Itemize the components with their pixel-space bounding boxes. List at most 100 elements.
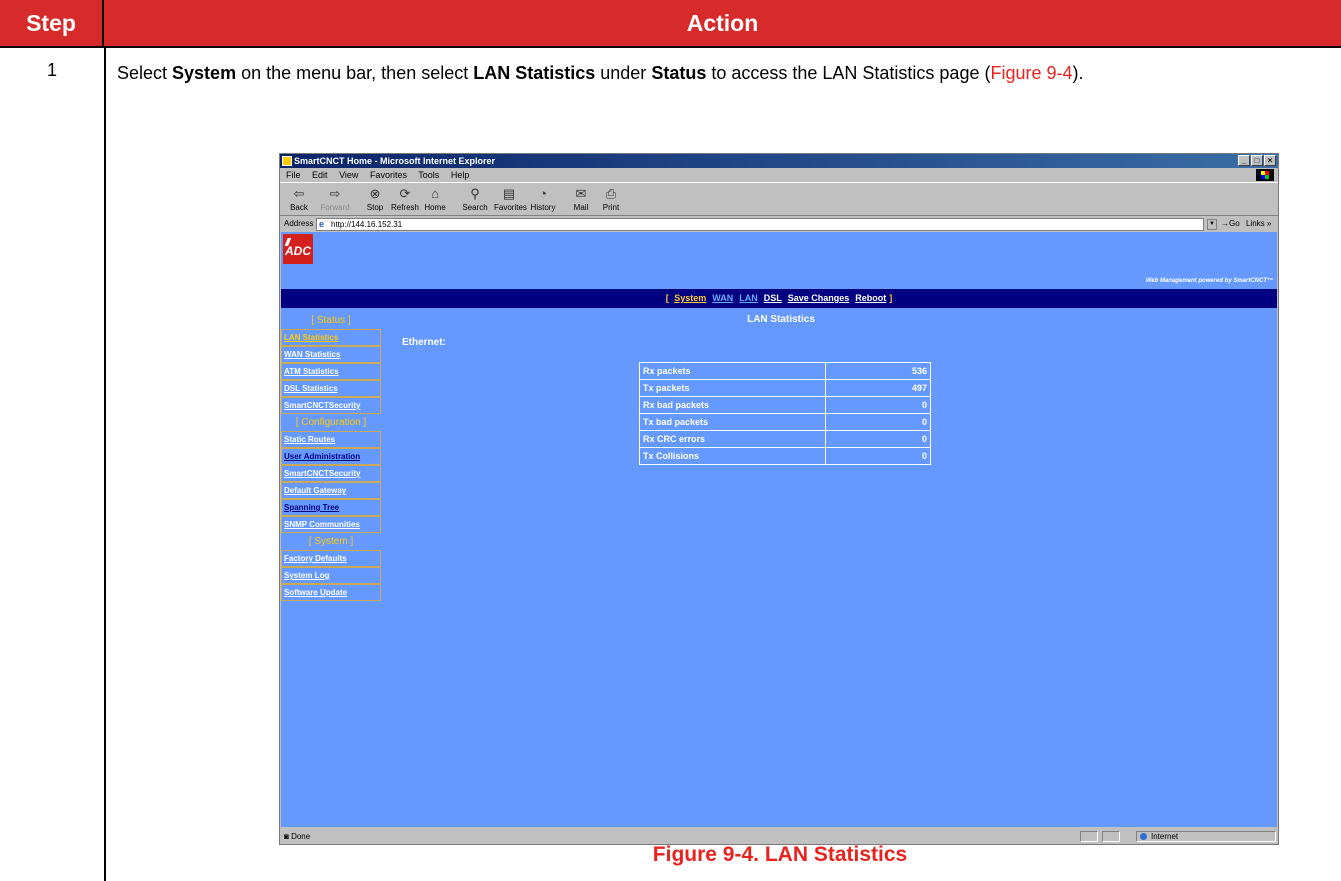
menu-tools[interactable]: Tools bbox=[418, 170, 439, 180]
home-icon: ⌂ bbox=[431, 186, 439, 201]
home-button[interactable]: ⌂ Home bbox=[420, 185, 450, 212]
forward-arrow-icon: ⇨ bbox=[329, 186, 341, 201]
browser-menu-bar: File Edit View Favorites Tools Help bbox=[280, 168, 1278, 182]
back-label: Back bbox=[290, 203, 308, 212]
stat-value: 0 bbox=[825, 396, 931, 414]
windows-logo-icon bbox=[1256, 169, 1274, 181]
sidebar-item-system-log[interactable]: System Log bbox=[281, 567, 381, 584]
stat-value: 536 bbox=[825, 362, 931, 380]
figure-caption: Figure 9-4. LAN Statistics bbox=[652, 843, 908, 866]
table-row: Rx bad packets 0 bbox=[639, 396, 931, 414]
go-label: Go bbox=[1229, 219, 1240, 228]
status-done-label: Done bbox=[291, 832, 311, 841]
window-title: SmartCNCT Home - Microsoft Internet Expl… bbox=[294, 156, 496, 166]
app-nav-bar: [ System WAN LAN DSL Save Changes Reboot] bbox=[281, 289, 1277, 308]
nav-dsl[interactable]: DSL bbox=[764, 293, 782, 303]
sidebar-item-wan-statistics[interactable]: WAN Statistics bbox=[281, 346, 381, 363]
web-page-content: ///ADC Web Management powered by SmartCN… bbox=[281, 232, 1277, 827]
back-arrow-icon: ⇦ bbox=[293, 186, 305, 201]
stat-value: 0 bbox=[825, 430, 931, 448]
history-icon: ◔ bbox=[539, 186, 547, 201]
stat-label: Tx packets bbox=[639, 379, 826, 397]
stat-value: 0 bbox=[825, 447, 931, 465]
favorites-button[interactable]: ▤ Favorites bbox=[494, 185, 527, 212]
nav-lan[interactable]: LAN bbox=[739, 293, 758, 303]
favorites-label: Favorites bbox=[494, 203, 527, 212]
sidebar-item-atm-statistics[interactable]: ATM Statistics bbox=[281, 363, 381, 380]
search-label: Search bbox=[462, 203, 488, 212]
table-row: Rx CRC errors 0 bbox=[639, 430, 931, 448]
sidebar-item-smartcnct-security-config[interactable]: SmartCNCTSecurity bbox=[281, 465, 381, 482]
status-text: ◙ Done bbox=[284, 832, 311, 841]
menu-help[interactable]: Help bbox=[451, 170, 470, 180]
sidebar-item-software-update[interactable]: Software Update bbox=[281, 584, 381, 601]
go-button[interactable]: →Go bbox=[1221, 216, 1240, 232]
sidebar-item-default-gateway[interactable]: Default Gateway bbox=[281, 482, 381, 499]
status-pane bbox=[1102, 831, 1120, 842]
address-input[interactable]: http://144.16.152.31 bbox=[316, 218, 1204, 231]
column-divider bbox=[104, 46, 106, 881]
maximize-icon[interactable]: □ bbox=[1251, 155, 1263, 166]
instruction-text: Select bbox=[117, 63, 173, 83]
action-instruction: Select System on the menu bar, then sele… bbox=[117, 59, 1327, 87]
browser-status-bar: ◙ Done Internet bbox=[280, 829, 1278, 844]
nav-system[interactable]: System bbox=[674, 293, 706, 303]
menu-edit[interactable]: Edit bbox=[312, 170, 328, 180]
back-button[interactable]: ⇦ Back bbox=[284, 185, 314, 212]
sidebar-item-snmp-communities[interactable]: SNMP Communities bbox=[281, 516, 381, 533]
mail-icon: ✉ bbox=[575, 186, 587, 201]
mail-button[interactable]: ✉ Mail bbox=[566, 185, 596, 212]
menu-view[interactable]: View bbox=[339, 170, 358, 180]
instruction-text: on the menu bar, then select bbox=[236, 63, 474, 83]
sidebar-system-header: [ System ] bbox=[308, 536, 354, 547]
print-button[interactable]: ⎙ Print bbox=[596, 185, 626, 212]
print-label: Print bbox=[602, 203, 620, 212]
header-rule bbox=[0, 46, 1341, 48]
search-button[interactable]: ⚲ Search bbox=[460, 185, 490, 212]
stat-label: Rx packets bbox=[639, 362, 826, 380]
table-row: Tx bad packets 0 bbox=[639, 413, 931, 431]
sidebar-item-factory-defaults[interactable]: Factory Defaults bbox=[281, 550, 381, 567]
status-pane bbox=[1080, 831, 1098, 842]
address-dropdown-icon[interactable]: ▼ bbox=[1207, 219, 1217, 230]
step-number: 1 bbox=[46, 60, 57, 80]
nav-wan[interactable]: WAN bbox=[712, 293, 733, 303]
page-title: LAN Statistics bbox=[747, 314, 815, 325]
stop-button[interactable]: ⊗ Stop bbox=[360, 185, 390, 212]
browser-title-bar: SmartCNCT Home - Microsoft Internet Expl… bbox=[280, 154, 1278, 168]
browser-toolbar: ⇦ Back ⇨ Forward ⊗ Stop ⟳ Refresh ⌂ Home ⚲ Sea… bbox=[280, 182, 1278, 216]
stop-label: Stop bbox=[366, 203, 384, 212]
step-column-header: Step bbox=[0, 0, 104, 46]
stat-label: Tx bad packets bbox=[639, 413, 826, 431]
sidebar-item-spanning-tree[interactable]: Spanning Tree bbox=[281, 499, 381, 516]
history-label: History bbox=[530, 203, 556, 212]
mail-label: Mail bbox=[573, 203, 589, 212]
instruction-bold-system: System bbox=[172, 63, 237, 83]
history-button[interactable]: ◔ History bbox=[528, 185, 558, 212]
procedure-table: Step Action 1 Select System on the menu … bbox=[0, 0, 1341, 881]
menu-file[interactable]: File bbox=[286, 170, 301, 180]
table-row: Tx packets 497 bbox=[639, 379, 931, 397]
stat-value: 497 bbox=[825, 379, 931, 397]
sidebar-item-dsl-statistics[interactable]: DSL Statistics bbox=[281, 380, 381, 397]
sidebar-item-smartcnct-security[interactable]: SmartCNCTSecurity bbox=[281, 397, 381, 414]
powered-by-text: Web Management powered by SmartCNCT™ bbox=[1145, 278, 1273, 284]
sidebar-item-lan-statistics[interactable]: LAN Statistics bbox=[281, 329, 381, 346]
stat-label: Tx Collisions bbox=[639, 447, 826, 465]
refresh-button[interactable]: ⟳ Refresh bbox=[390, 185, 420, 212]
nav-save-changes[interactable]: Save Changes bbox=[788, 293, 850, 303]
nav-reboot[interactable]: Reboot bbox=[855, 293, 886, 303]
figure-reference-link[interactable]: Figure 9-4 bbox=[990, 63, 1072, 83]
search-icon: ⚲ bbox=[470, 186, 480, 201]
minimize-icon[interactable]: _ bbox=[1238, 155, 1250, 166]
sidebar-item-static-routes[interactable]: Static Routes bbox=[281, 431, 381, 448]
sidebar-item-user-administration[interactable]: User Administration bbox=[281, 448, 381, 465]
app-sidebar: [ Status ] LAN Statistics WAN Statistics… bbox=[281, 312, 381, 601]
forward-button[interactable]: ⇨ Forward bbox=[320, 185, 350, 212]
stop-icon: ⊗ bbox=[369, 186, 381, 201]
sidebar-status-header: [ Status ] bbox=[311, 315, 351, 326]
menu-favorites[interactable]: Favorites bbox=[370, 170, 407, 180]
links-button[interactable]: Links » bbox=[1246, 216, 1271, 232]
stat-value: 0 bbox=[825, 413, 931, 431]
close-icon[interactable]: × bbox=[1264, 155, 1276, 166]
